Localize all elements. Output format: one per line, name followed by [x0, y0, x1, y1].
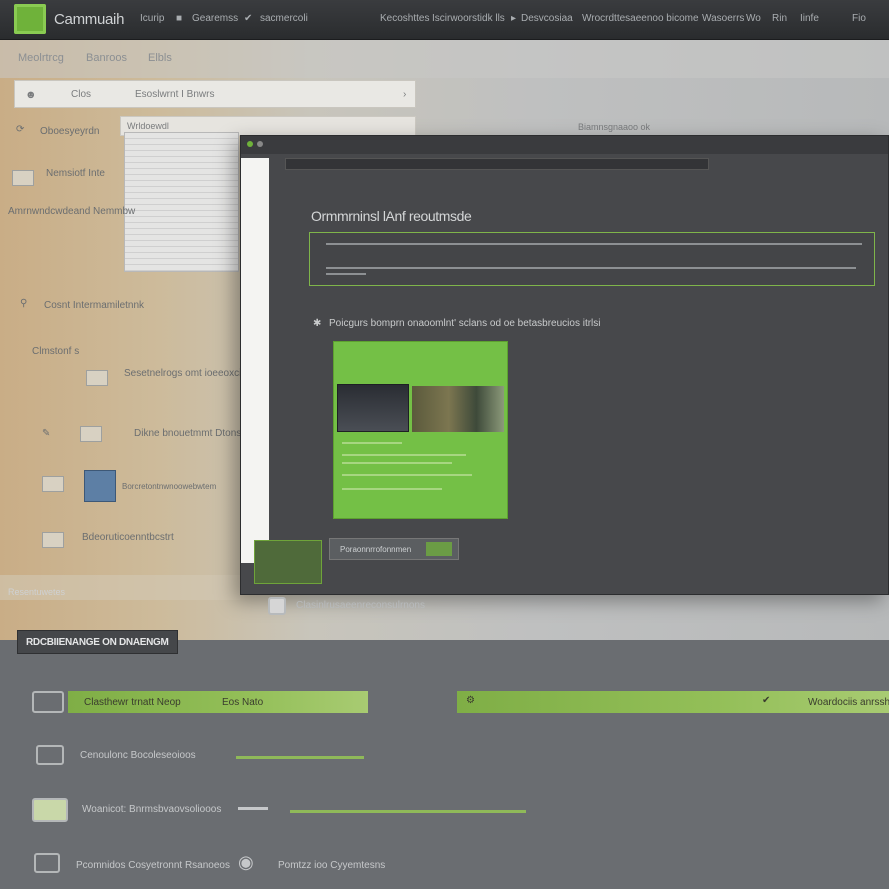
sidebar-item-7[interactable]: Dikne bnouetmmt Dtonss: [134, 428, 246, 439]
file-icon: [86, 370, 108, 386]
address-part-1: Clos: [71, 89, 92, 100]
row-3-label[interactable]: Woanicot: Bnrmsbvaovsoliooos: [82, 804, 221, 815]
tab-3[interactable]: Elbls: [148, 52, 172, 64]
preview-line: [342, 454, 466, 456]
preview-line: [342, 474, 472, 476]
person-icon: ☻: [25, 89, 37, 101]
image-icon: [32, 798, 68, 822]
footer-label: Resentuwetes: [8, 587, 66, 597]
nav-right-5[interactable]: Wasoerrs: [702, 13, 744, 24]
action-button[interactable]: Poraonnrrofonnmen: [329, 538, 459, 560]
image-icon: [84, 470, 116, 502]
sidebar-item-3[interactable]: Amrnwndcwdeand Nemmbw: [8, 206, 135, 217]
note-icon: [42, 476, 64, 492]
brand-name: Cammuaih: [54, 11, 125, 28]
action-button-accent: [426, 542, 452, 556]
chat-icon: [34, 853, 60, 873]
sidebar-item-5[interactable]: Clmstonf s: [32, 346, 79, 357]
preview-photo: [412, 386, 504, 432]
nav-item-2[interactable]: Gearemss: [192, 13, 238, 24]
preview-line: [342, 462, 452, 464]
sidebar-item-4[interactable]: Cosnt Intermamiletnnk: [44, 300, 144, 311]
sidebar-item-8[interactable]: Borcretontnwnoowebwtem: [122, 482, 216, 491]
window-dot-icon-2[interactable]: [257, 141, 263, 147]
sidebar-item-2[interactable]: Nemsiotf Inte: [46, 168, 105, 179]
secondary-address-text: Wrldoewdl: [127, 121, 169, 131]
row-1-sub: Eos Nato: [222, 697, 264, 708]
nav-right-2[interactable]: Iscirwoorstidk lls: [432, 13, 505, 24]
nav-right-7[interactable]: Rin: [772, 13, 787, 24]
nav-item-3[interactable]: sacmercoli: [260, 13, 308, 24]
row-4-label[interactable]: Pcomnidos Cosyetronnt Rsanoeos: [76, 860, 230, 871]
right-note: Biamnsgnaaoo ok: [578, 122, 651, 132]
row-4-sub[interactable]: Pomtzz ioo Cyyemtesns: [278, 860, 385, 871]
tab-1[interactable]: Meolrtrcg: [18, 52, 64, 64]
window-address-field[interactable]: [285, 158, 709, 170]
action-button-label: Poraonnrrofonnmen: [340, 545, 412, 554]
section-title: RDCBIIENANGE ON DNAENGM: [17, 630, 178, 654]
square-icon: ■: [176, 13, 183, 24]
row-2-label[interactable]: Cenoulonc Bocoleseoioos: [80, 750, 196, 761]
preview-screen: [337, 384, 409, 432]
nav-right-1[interactable]: Kecoshttes: [380, 13, 429, 24]
row-1-label: Clasthewr trnatt Neop: [84, 697, 181, 708]
app-logo[interactable]: [14, 4, 46, 34]
preview-thumbnail[interactable]: [333, 341, 508, 519]
nav-right-3[interactable]: Desvcosiaa: [521, 13, 573, 24]
preview-line: [342, 442, 402, 444]
card-icon: [80, 426, 102, 442]
gear-icon: ⚙: [466, 695, 475, 706]
foreground-window: Ormmrninsl lAnf reoutmsde ✱ Poicgurs bom…: [240, 135, 889, 595]
content-heading: Ormmrninsl lAnf reoutmsde: [311, 208, 472, 224]
folder-icon: [32, 691, 64, 713]
info-icon: ✱: [313, 318, 322, 329]
window-dot-icon[interactable]: [247, 141, 253, 147]
status-icon: [268, 597, 286, 615]
tab-2[interactable]: Banroos: [86, 52, 127, 64]
nav-right-4[interactable]: Wrocrdttesaeenoo bicome: [582, 13, 699, 24]
list-panel[interactable]: [124, 132, 239, 272]
window-titlebar[interactable]: [241, 136, 888, 154]
description-box: [309, 232, 875, 286]
text-line: [326, 267, 856, 269]
chevron-icon[interactable]: ›: [403, 89, 406, 100]
top-bar: Cammuaih Icurip ■ Gearemss ✔ sacmercoli …: [0, 0, 889, 40]
preview-line: [342, 488, 442, 490]
folder-icon: [12, 170, 34, 186]
address-part-2: Esoslwrnt I Bnwrs: [135, 89, 215, 100]
row-1-right: Woardociis anrsshcr: [808, 697, 889, 708]
row-3-line: [290, 810, 526, 813]
address-bar[interactable]: ☻ Clos Esoslwrnt I Bnwrs ›: [14, 80, 416, 108]
search-icon: ⚲: [20, 298, 28, 309]
document-icon: [42, 532, 64, 548]
content-note: Poicgurs bomprn onaoomlnt' sclans od oe …: [329, 318, 601, 329]
wifi-icon: ◉: [238, 852, 254, 872]
row-2-line: [236, 756, 364, 759]
nav-right-6[interactable]: Wo: [746, 13, 761, 24]
text-line: [326, 273, 366, 275]
check-icon: ✔: [762, 695, 771, 706]
arrow-icon: ▸: [511, 13, 517, 24]
card-icon: [36, 745, 64, 765]
check-icon: ✔: [244, 13, 253, 24]
nav-right-9[interactable]: Fio: [852, 13, 866, 24]
edit-icon: ✎: [42, 428, 51, 439]
tab-strip: Meolrtrcg Banroos Elbls: [0, 40, 889, 78]
window-sidebar: [241, 158, 269, 563]
status-text: Clasinlrusaeenreconsulrnons: [296, 600, 425, 611]
green-chip-icon[interactable]: [254, 540, 322, 584]
sidebar-item-9[interactable]: Bdeoruticoenntbcstrt: [82, 532, 174, 543]
star-icon: ▬▬▬: [238, 802, 268, 813]
text-line: [326, 243, 862, 245]
nav-item-1[interactable]: Icurip: [140, 13, 164, 24]
refresh-icon: ⟳: [16, 124, 25, 135]
sidebar-item-1[interactable]: Oboesyeyrdn: [40, 126, 99, 137]
nav-right-8[interactable]: Iinfe: [800, 13, 819, 24]
